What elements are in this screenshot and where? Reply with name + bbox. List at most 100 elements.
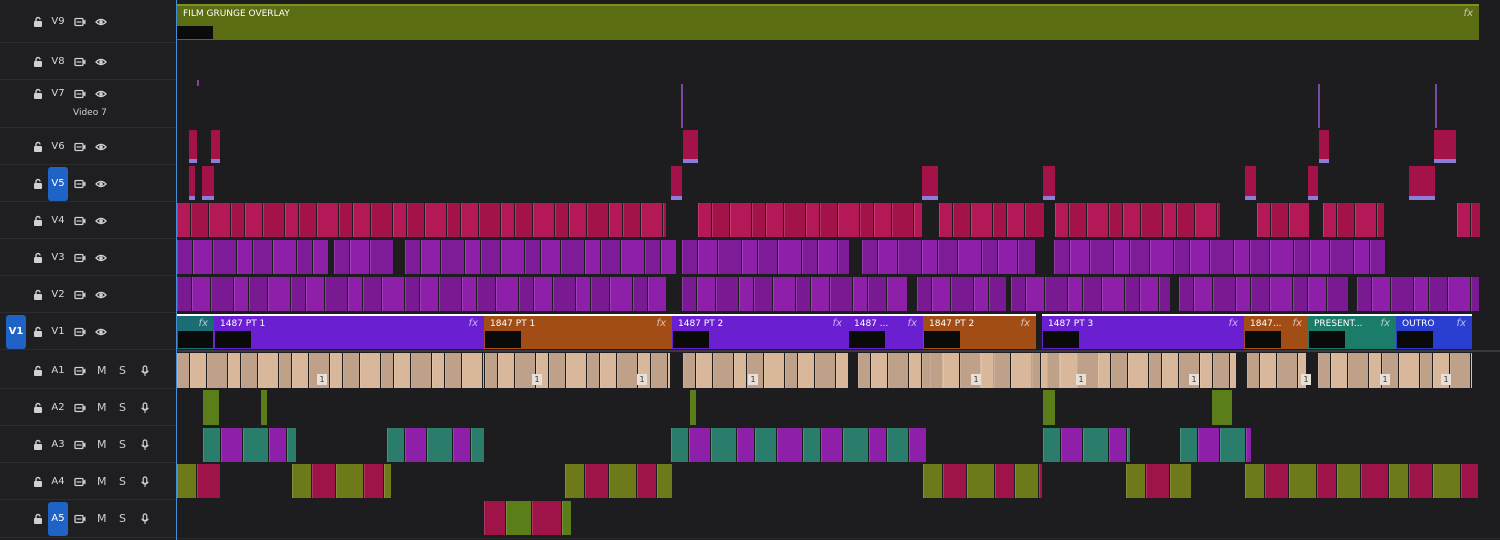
audio-clip-a1[interactable] [360, 353, 380, 388]
clip-v4[interactable] [752, 203, 765, 237]
clip-v3[interactable] [525, 240, 540, 274]
clip-v4[interactable] [1257, 203, 1270, 237]
clip-v3[interactable] [1310, 240, 1329, 274]
clip-v3[interactable] [370, 240, 393, 274]
clip-v4[interactable] [209, 203, 230, 237]
film-icon[interactable] [74, 513, 86, 528]
clip-v4[interactable] [371, 203, 392, 237]
clip-v2[interactable] [682, 277, 696, 311]
clip-gap-block[interactable] [1043, 331, 1079, 348]
audio-clip-a1[interactable] [1200, 353, 1212, 388]
clip-gap-block[interactable] [924, 331, 960, 348]
clip-v2[interactable] [234, 277, 248, 311]
audio-clip-a1[interactable] [1471, 353, 1472, 388]
clip-v3[interactable] [334, 240, 349, 274]
fx-icon[interactable]: fx [657, 318, 666, 329]
clip-v2[interactable] [1414, 277, 1428, 311]
audio-clip-a1[interactable] [1348, 353, 1368, 388]
clip-v4[interactable] [587, 203, 608, 237]
lock-icon[interactable] [32, 476, 44, 491]
clip-v3[interactable] [1018, 240, 1035, 274]
clip-v2[interactable] [1045, 277, 1067, 311]
clip-v4[interactable] [892, 203, 913, 237]
clip-v2[interactable] [306, 277, 324, 311]
audio-clip-a1[interactable] [734, 353, 746, 388]
clip-v2[interactable] [363, 277, 381, 311]
audio-clip-a1[interactable] [483, 353, 484, 388]
audio-clip-a1[interactable] [207, 353, 227, 388]
clip-v4[interactable] [1109, 203, 1122, 237]
clip-v2[interactable] [773, 277, 795, 311]
audio-clip-a3[interactable] [1198, 428, 1219, 462]
clip-v2[interactable] [1236, 277, 1250, 311]
clip-v2[interactable] [534, 277, 552, 311]
audio-clip-a5[interactable] [484, 501, 505, 535]
audio-clip-a1[interactable] [836, 353, 848, 388]
clip-v5[interactable] [671, 166, 682, 200]
audio-clip-a1[interactable] [462, 353, 482, 388]
fx-icon[interactable]: fx [469, 318, 478, 329]
audio-clip-a4[interactable] [943, 464, 966, 498]
clip-marker[interactable]: 1 [317, 374, 327, 385]
film-icon[interactable] [74, 365, 86, 380]
clip-v3[interactable] [193, 240, 212, 274]
clip-v2[interactable] [1448, 277, 1470, 311]
clip-v2[interactable] [477, 277, 495, 311]
clip-v4[interactable] [1163, 203, 1176, 237]
clip-v2[interactable] [1251, 277, 1269, 311]
mute-button[interactable]: M [97, 401, 107, 414]
audio-clip-a4[interactable] [1409, 464, 1432, 498]
edit-marker[interactable] [1318, 84, 1320, 128]
audio-clip-a4[interactable] [1015, 464, 1038, 498]
clip-gap-block[interactable] [1309, 331, 1345, 348]
audio-clip-a3[interactable] [221, 428, 242, 462]
eye-icon[interactable] [95, 326, 107, 341]
clip-v5[interactable] [189, 166, 195, 200]
mic-icon[interactable] [139, 401, 151, 417]
clip-v2[interactable] [648, 277, 666, 311]
clip-v4[interactable] [461, 203, 478, 237]
audio-clip-a1[interactable] [1162, 353, 1178, 388]
clip-v4[interactable] [447, 203, 460, 237]
clip-v2[interactable] [1159, 277, 1170, 311]
audio-clip-a3[interactable] [471, 428, 484, 462]
clip-v4[interactable] [515, 203, 532, 237]
mic-icon[interactable] [139, 364, 151, 380]
audio-clip-a3[interactable] [1083, 428, 1108, 462]
lock-icon[interactable] [32, 513, 44, 528]
audio-clip-a3[interactable] [737, 428, 754, 462]
audio-clip-a4[interactable] [585, 464, 608, 498]
clip-v3[interactable] [758, 240, 777, 274]
clip-v2[interactable] [853, 277, 867, 311]
audio-clip-a5[interactable] [562, 501, 571, 535]
lock-icon[interactable] [32, 289, 44, 304]
audio-clip-a3[interactable] [671, 428, 688, 462]
clip-v4[interactable] [939, 203, 952, 237]
audio-clip-a3[interactable] [803, 428, 820, 462]
audio-clip-a1[interactable] [587, 353, 599, 388]
clip-v3[interactable] [237, 240, 252, 274]
playhead[interactable] [176, 0, 177, 540]
fx-icon[interactable]: fx [1293, 318, 1302, 329]
clip-v3[interactable] [645, 240, 660, 274]
clip-v3[interactable] [273, 240, 296, 274]
audio-clip-a1[interactable] [617, 353, 637, 388]
film-icon[interactable] [74, 402, 86, 417]
clip-gap-block[interactable] [1245, 331, 1281, 348]
audio-clip-a2[interactable] [203, 390, 219, 425]
clip-v4[interactable] [1177, 203, 1194, 237]
audio-clip-a3[interactable] [821, 428, 842, 462]
clip-v2[interactable] [951, 277, 973, 311]
fx-icon[interactable]: fx [199, 318, 208, 329]
clip-marker[interactable]: 1 [748, 374, 758, 385]
lock-icon[interactable] [32, 16, 44, 31]
clip-v4[interactable] [1025, 203, 1044, 237]
lock-icon[interactable] [32, 402, 44, 417]
clip-v6[interactable] [211, 130, 220, 163]
audio-clip-a1[interactable] [651, 353, 667, 388]
clip-v4[interactable] [353, 203, 370, 237]
audio-clip-a1[interactable] [549, 353, 565, 388]
clip-v2[interactable] [1026, 277, 1044, 311]
audio-clip-a1[interactable] [1399, 353, 1419, 388]
audio-clip-a1[interactable] [994, 353, 1010, 388]
